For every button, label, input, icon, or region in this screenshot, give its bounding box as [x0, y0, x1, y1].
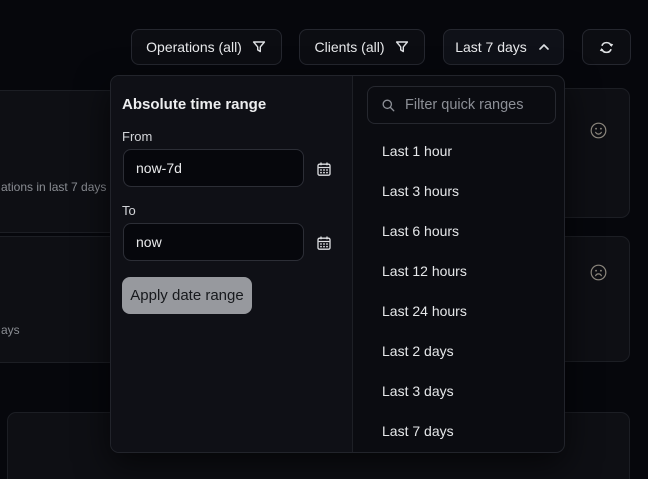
bg-panel-subtitle-partial: ations in last 7 days [1, 180, 106, 194]
clients-filter-label: Clients (all) [314, 39, 384, 55]
refresh-icon [598, 39, 615, 56]
filter-funnel-icon [394, 39, 410, 55]
calendar-icon [316, 235, 332, 251]
quick-range-option-1h[interactable]: Last 1 hour [353, 131, 566, 171]
search-icon [381, 98, 396, 113]
to-calendar-button[interactable] [310, 230, 338, 256]
chevron-up-icon [536, 39, 552, 55]
clients-filter-button[interactable]: Clients (all) [299, 29, 425, 65]
time-range-picker-button[interactable]: Last 7 days [443, 29, 564, 65]
quick-range-option-24h[interactable]: Last 24 hours [353, 291, 566, 331]
bg-panel-subtitle-partial-2: ays [1, 323, 20, 337]
operations-filter-button[interactable]: Operations (all) [131, 29, 282, 65]
quick-range-list: Last 1 hour Last 3 hours Last 6 hours La… [353, 131, 566, 451]
absolute-time-range-title: Absolute time range [122, 96, 266, 113]
apply-date-range-button[interactable]: Apply date range [122, 277, 252, 314]
from-label: From [122, 129, 152, 144]
calendar-icon [316, 161, 332, 177]
quick-range-option-3d[interactable]: Last 3 days [353, 371, 566, 411]
quick-range-option-12h[interactable]: Last 12 hours [353, 251, 566, 291]
operations-filter-label: Operations (all) [146, 39, 242, 55]
from-calendar-button[interactable] [310, 156, 338, 182]
quick-range-option-3h[interactable]: Last 3 hours [353, 171, 566, 211]
refresh-button[interactable] [582, 29, 631, 65]
quick-range-option-2d[interactable]: Last 2 days [353, 331, 566, 371]
time-range-dropdown: Absolute time range From To [110, 75, 565, 453]
time-range-label: Last 7 days [455, 39, 527, 55]
absolute-time-range-section: Absolute time range From To [111, 76, 353, 452]
filter-funnel-icon [251, 39, 267, 55]
from-input[interactable] [123, 149, 304, 187]
quick-range-search[interactable] [367, 86, 556, 124]
quick-range-option-7d[interactable]: Last 7 days [353, 411, 566, 451]
smiley-face-icon [590, 122, 607, 139]
quick-range-option-6h[interactable]: Last 6 hours [353, 211, 566, 251]
dashboard-screen: ations in last 7 days ays Operations (al… [0, 0, 648, 479]
frowny-face-icon [590, 264, 607, 281]
to-label: To [122, 203, 136, 218]
quick-range-search-input[interactable] [396, 87, 600, 123]
to-input[interactable] [123, 223, 304, 261]
